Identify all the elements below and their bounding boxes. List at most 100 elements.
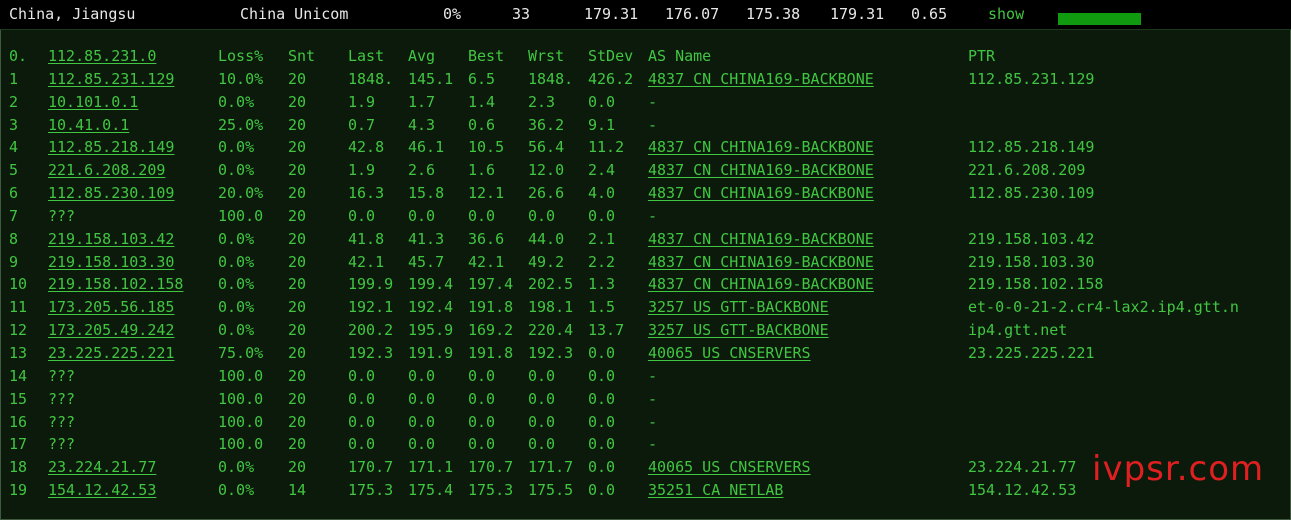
hop-wrst: 0.0: [528, 412, 556, 431]
hop-host-link[interactable]: 10.101.0.1: [48, 93, 138, 111]
hop-as-link[interactable]: 3257 US GTT-BACKBONE: [648, 321, 829, 339]
hop-host-link[interactable]: 173.205.56.185: [48, 298, 174, 316]
hop-hop: 3: [9, 115, 19, 134]
hop-avg: 2.6: [408, 161, 436, 180]
hop-stdev: 0.0: [588, 481, 616, 500]
hop-loss: 0.0%: [218, 275, 255, 294]
hop-loss: 100.0: [218, 366, 264, 385]
show-link[interactable]: show: [988, 5, 1024, 23]
hop-avg: 192.4: [408, 298, 454, 317]
hop-loss: 0.0%: [218, 161, 255, 180]
hop-wrst: 0.0: [528, 435, 556, 454]
hop-stdev: 0.0: [588, 412, 616, 431]
hop-last: 0.0: [348, 366, 376, 385]
hop-as-link[interactable]: 4837 CN CHINA169-BACKBONE: [648, 230, 874, 248]
hop-best: 36.6: [468, 229, 505, 248]
hop-wrst: 44.0: [528, 229, 565, 248]
hop-ptr: 112.85.231.129: [968, 69, 1095, 88]
hop-host-link[interactable]: 112.85.231.129: [48, 70, 174, 88]
hop-snt: 20: [288, 184, 307, 203]
hop-last: 41.8: [348, 229, 385, 248]
hop-avg: 171.1: [408, 458, 454, 477]
progress-fill: [1058, 13, 1141, 25]
hop-host-link[interactable]: 112.85.230.109: [48, 184, 174, 202]
header-host[interactable]: 112.85.231.0: [48, 47, 156, 65]
hop-hop: 9: [9, 252, 19, 271]
summary-stdev: 0.65: [911, 5, 948, 23]
hop-as-name: -: [648, 206, 658, 225]
hop-host-link[interactable]: 23.224.21.77: [48, 458, 156, 476]
header-last: Last: [348, 47, 385, 65]
hop-wrst: 12.0: [528, 161, 565, 180]
hop-wrst: 0.0: [528, 366, 556, 385]
hop-avg: 45.7: [408, 252, 445, 271]
hop-loss: 0.0%: [218, 481, 255, 500]
hop-stdev: 1.5: [588, 298, 616, 317]
hop-host-link[interactable]: 219.158.103.30: [48, 253, 174, 271]
hop-host-link: ???: [48, 206, 76, 225]
hop-ptr: 219.158.103.42: [968, 229, 1095, 248]
hop-as-link[interactable]: 4837 CN CHINA169-BACKBONE: [648, 70, 874, 88]
hop-snt: 20: [288, 206, 307, 225]
hop-host-link[interactable]: 221.6.208.209: [48, 161, 165, 179]
hop-avg: 15.8: [408, 184, 445, 203]
hop-host-link[interactable]: 10.41.0.1: [48, 116, 129, 134]
hop-stdev: 0.0: [588, 343, 616, 362]
hop-avg: 175.4: [408, 481, 454, 500]
hop-as-link[interactable]: 4837 CN CHINA169-BACKBONE: [648, 253, 874, 271]
hop-last: 0.0: [348, 206, 376, 225]
hop-hop: 14: [9, 366, 28, 385]
summary-best: 175.38: [746, 5, 801, 23]
hop-hop: 6: [9, 184, 19, 203]
hop-best: 0.0: [468, 389, 496, 408]
hop-loss: 100.0: [218, 412, 264, 431]
hop-host-link[interactable]: 112.85.218.149: [48, 138, 174, 156]
hop-host-link[interactable]: 219.158.103.42: [48, 230, 174, 248]
hop-snt: 20: [288, 389, 307, 408]
hop-as-link[interactable]: 35251 CA NETLAB: [648, 481, 783, 499]
hop-ptr: 154.12.42.53: [968, 481, 1077, 500]
hop-host-link[interactable]: 219.158.102.158: [48, 275, 183, 293]
hop-snt: 20: [288, 343, 307, 362]
hop-as-link[interactable]: 40065 US CNSERVERS: [648, 344, 811, 362]
hop-host-link: ???: [48, 366, 76, 385]
hop-snt: 20: [288, 69, 307, 88]
hop-as-link[interactable]: 4837 CN CHINA169-BACKBONE: [648, 275, 874, 293]
hop-best: 170.7: [468, 458, 514, 477]
hop-snt: 20: [288, 138, 307, 157]
hop-as-link[interactable]: 3257 US GTT-BACKBONE: [648, 298, 829, 316]
hop-host-link[interactable]: 154.12.42.53: [48, 481, 156, 499]
hop-hop: 16: [9, 412, 28, 431]
hop-ptr: 112.85.230.109: [968, 184, 1095, 203]
table-row: 10 219.158.102.158 0.0% 20 199.9 199.4 197.4 20…: [0, 273, 1291, 296]
hop-snt: 20: [288, 366, 307, 385]
hop-loss: 0.0%: [218, 229, 255, 248]
hop-as-link[interactable]: 4837 CN CHINA169-BACKBONE: [648, 184, 874, 202]
hop-as-link[interactable]: 4837 CN CHINA169-BACKBONE: [648, 138, 874, 156]
hop-wrst: 26.6: [528, 184, 565, 203]
hop-best: 197.4: [468, 275, 514, 294]
hop-snt: 20: [288, 458, 307, 477]
hop-hop: 12: [9, 321, 28, 340]
hop-last: 170.7: [348, 458, 394, 477]
hop-snt: 20: [288, 92, 307, 111]
header-loss: Loss%: [218, 47, 264, 65]
hop-hop: 18: [9, 458, 28, 477]
hop-ptr: 219.158.102.158: [968, 275, 1104, 294]
hop-last: 175.3: [348, 481, 394, 500]
hop-loss: 0.0%: [218, 252, 255, 271]
hop-ptr: 219.158.103.30: [968, 252, 1095, 271]
hop-loss: 100.0: [218, 389, 264, 408]
hop-host-link[interactable]: 173.205.49.242: [48, 321, 174, 339]
hop-ptr: 23.225.225.221: [968, 343, 1095, 362]
hop-stdev: 2.2: [588, 252, 616, 271]
isp-label: China Unicom: [240, 5, 349, 23]
hop-as-link[interactable]: 40065 US CNSERVERS: [648, 458, 811, 476]
hop-wrst: 2.3: [528, 92, 556, 111]
hop-as-link[interactable]: 4837 CN CHINA169-BACKBONE: [648, 161, 874, 179]
hop-wrst: 192.3: [528, 343, 574, 362]
header-asname: AS Name: [648, 47, 712, 65]
hop-loss: 0.0%: [218, 92, 255, 111]
summary-sent: 33: [512, 5, 531, 23]
hop-host-link[interactable]: 23.225.225.221: [48, 344, 174, 362]
